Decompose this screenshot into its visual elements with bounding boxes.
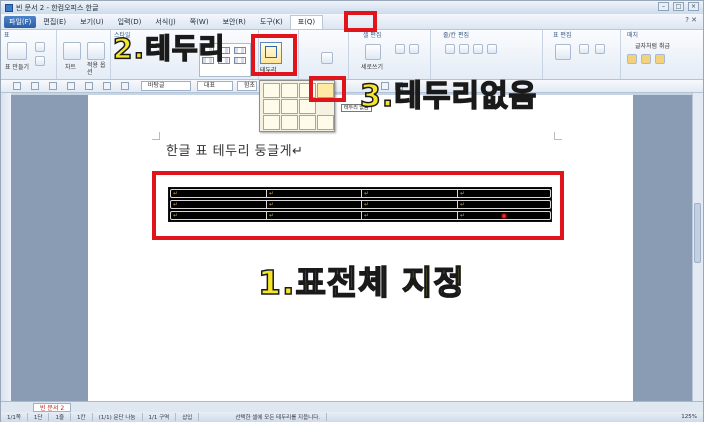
vertical-ruler bbox=[1, 93, 11, 401]
scrollbar-thumb[interactable] bbox=[694, 203, 701, 263]
new-doc-icon[interactable] bbox=[13, 82, 21, 90]
status-section: 1/1 구역 bbox=[143, 413, 177, 421]
font-combo[interactable]: 함초 bbox=[237, 81, 257, 91]
ribbon-group-match: 매치 글자처럼 취급 bbox=[621, 30, 703, 79]
annotation-step-3: 3.테두리없음 bbox=[359, 78, 538, 115]
delete-col-icon[interactable] bbox=[487, 44, 497, 54]
style-swatch[interactable] bbox=[234, 47, 246, 54]
apply-options-icon[interactable] bbox=[87, 42, 105, 60]
document-tab[interactable]: 빈 문서 2 bbox=[33, 403, 72, 412]
font-lang-combo[interactable]: 대표 bbox=[197, 81, 233, 91]
status-cell: 1칸 bbox=[71, 413, 93, 421]
group-label: 매치 bbox=[627, 32, 639, 39]
cell-split-icon[interactable] bbox=[409, 44, 419, 54]
minimize-button[interactable]: – bbox=[658, 2, 669, 11]
print-icon[interactable] bbox=[67, 82, 75, 90]
border-diagonal-option[interactable] bbox=[317, 115, 334, 130]
border-bottom-option[interactable] bbox=[281, 99, 298, 114]
maximize-button[interactable]: □ bbox=[673, 2, 684, 11]
annotation-box-no-border bbox=[309, 76, 346, 102]
vertical-text-label: 세로쓰기 bbox=[361, 64, 384, 71]
border-outer-option[interactable] bbox=[281, 83, 298, 98]
insert-row-icon[interactable] bbox=[445, 44, 455, 54]
ribbon-group-chart: 차트 적용 옵션 bbox=[57, 30, 111, 79]
border-all-option[interactable] bbox=[263, 83, 280, 98]
status-paragraph: (1/1) 문단 나눔 bbox=[93, 413, 143, 421]
format-toolbar: 바탕글 대표 함초 bbox=[1, 80, 703, 93]
annotation-step-1: 1.표전체 지정 bbox=[257, 262, 465, 303]
group-label: 표 bbox=[4, 32, 10, 39]
menu-edit[interactable]: 편집(E) bbox=[36, 15, 73, 29]
treat-as-char-label[interactable]: 글자처럼 취급 bbox=[635, 41, 670, 50]
annotation-step-2: 2.테두리 bbox=[112, 31, 226, 66]
cell-merge-icon[interactable] bbox=[395, 44, 405, 54]
layout-icon[interactable] bbox=[641, 54, 651, 64]
document-tab-bar: 빈 문서 2 bbox=[1, 401, 703, 412]
menu-file[interactable]: 파일(F) bbox=[4, 15, 37, 28]
status-zoom[interactable]: 125% bbox=[675, 414, 703, 420]
menu-tools[interactable]: 도구(K) bbox=[253, 15, 290, 29]
annotation-box-table bbox=[152, 171, 564, 240]
table-small-icon[interactable] bbox=[35, 42, 45, 52]
ribbon-group-table-edit: 표 편집 bbox=[543, 30, 621, 79]
close-button[interactable]: × bbox=[688, 2, 699, 11]
help-close-controls[interactable]: ? ✕ bbox=[685, 16, 697, 24]
annotation-box-border-button bbox=[251, 34, 297, 76]
save-icon[interactable] bbox=[49, 82, 57, 90]
status-insert-mode: 삽입 bbox=[176, 413, 200, 421]
redo-icon[interactable] bbox=[121, 82, 129, 90]
ribbon-group-text bbox=[299, 30, 349, 79]
document-heading: 한글 표 테두리 둥글게↵ bbox=[166, 144, 304, 159]
annotation-box-table-menu bbox=[344, 11, 377, 32]
menu-view[interactable]: 보기(U) bbox=[73, 15, 110, 29]
sum-icon[interactable] bbox=[579, 44, 589, 54]
layout-icon[interactable] bbox=[627, 54, 637, 64]
app-window: 빈 문서 2 - 한컴오피스 한글 – □ × 파일(F) 편집(E) 보기(U… bbox=[0, 0, 704, 422]
window-controls: – □ × bbox=[658, 2, 699, 11]
menu-table[interactable]: 표(Q) bbox=[289, 15, 324, 29]
ribbon: 표 표 만들기 차트 적용 옵션 스타일 셀 편집 세로쓰기 줄/칸 편집 표 … bbox=[1, 30, 703, 80]
border-right-option[interactable] bbox=[263, 115, 280, 130]
chart-icon[interactable] bbox=[63, 42, 81, 60]
status-page: 1/1쪽 bbox=[1, 413, 28, 421]
status-message: 선택한 셀에 모든 테두리를 지웁니다. bbox=[229, 413, 328, 421]
preview-icon[interactable] bbox=[85, 82, 93, 90]
status-line: 1줄 bbox=[49, 413, 72, 421]
hwp-app-icon bbox=[5, 3, 13, 12]
border-hcenter-option[interactable] bbox=[281, 115, 298, 130]
group-label: 표 편집 bbox=[553, 32, 572, 39]
formula-icon[interactable] bbox=[595, 44, 605, 54]
group-label: 줄/칸 편집 bbox=[443, 32, 470, 39]
table-grid-icon[interactable] bbox=[7, 42, 27, 60]
border-top-option[interactable] bbox=[263, 99, 280, 114]
table-props-icon[interactable] bbox=[35, 56, 45, 66]
ribbon-group-table: 표 표 만들기 bbox=[1, 30, 57, 79]
vertical-scrollbar[interactable] bbox=[692, 93, 703, 401]
open-icon[interactable] bbox=[31, 82, 39, 90]
page-corner-mark bbox=[554, 132, 562, 140]
create-table-label: 표 만들기 bbox=[5, 64, 29, 71]
text-direction-icon[interactable] bbox=[321, 52, 333, 64]
insert-col-icon[interactable] bbox=[459, 44, 469, 54]
style-swatch[interactable] bbox=[234, 57, 246, 64]
delete-row-icon[interactable] bbox=[473, 44, 483, 54]
window-title: 빈 문서 2 - 한컴오피스 한글 bbox=[16, 3, 99, 12]
vertical-text-icon[interactable] bbox=[365, 44, 381, 60]
layout-icon[interactable] bbox=[655, 54, 665, 64]
style-combo[interactable]: 바탕글 bbox=[141, 81, 191, 91]
chart-label: 차트 bbox=[65, 64, 77, 71]
apply-options-label: 적용 옵션 bbox=[87, 62, 106, 76]
border-vcenter-option[interactable] bbox=[299, 115, 316, 130]
table-edit-icon[interactable] bbox=[555, 44, 571, 60]
page-corner-mark bbox=[152, 132, 160, 140]
undo-icon[interactable] bbox=[103, 82, 111, 90]
status-column: 1단 bbox=[28, 413, 50, 421]
status-bar: 1/1쪽 1단 1줄 1칸 (1/1) 문단 나눔 1/1 구역 삽입 선택한 … bbox=[1, 412, 703, 422]
